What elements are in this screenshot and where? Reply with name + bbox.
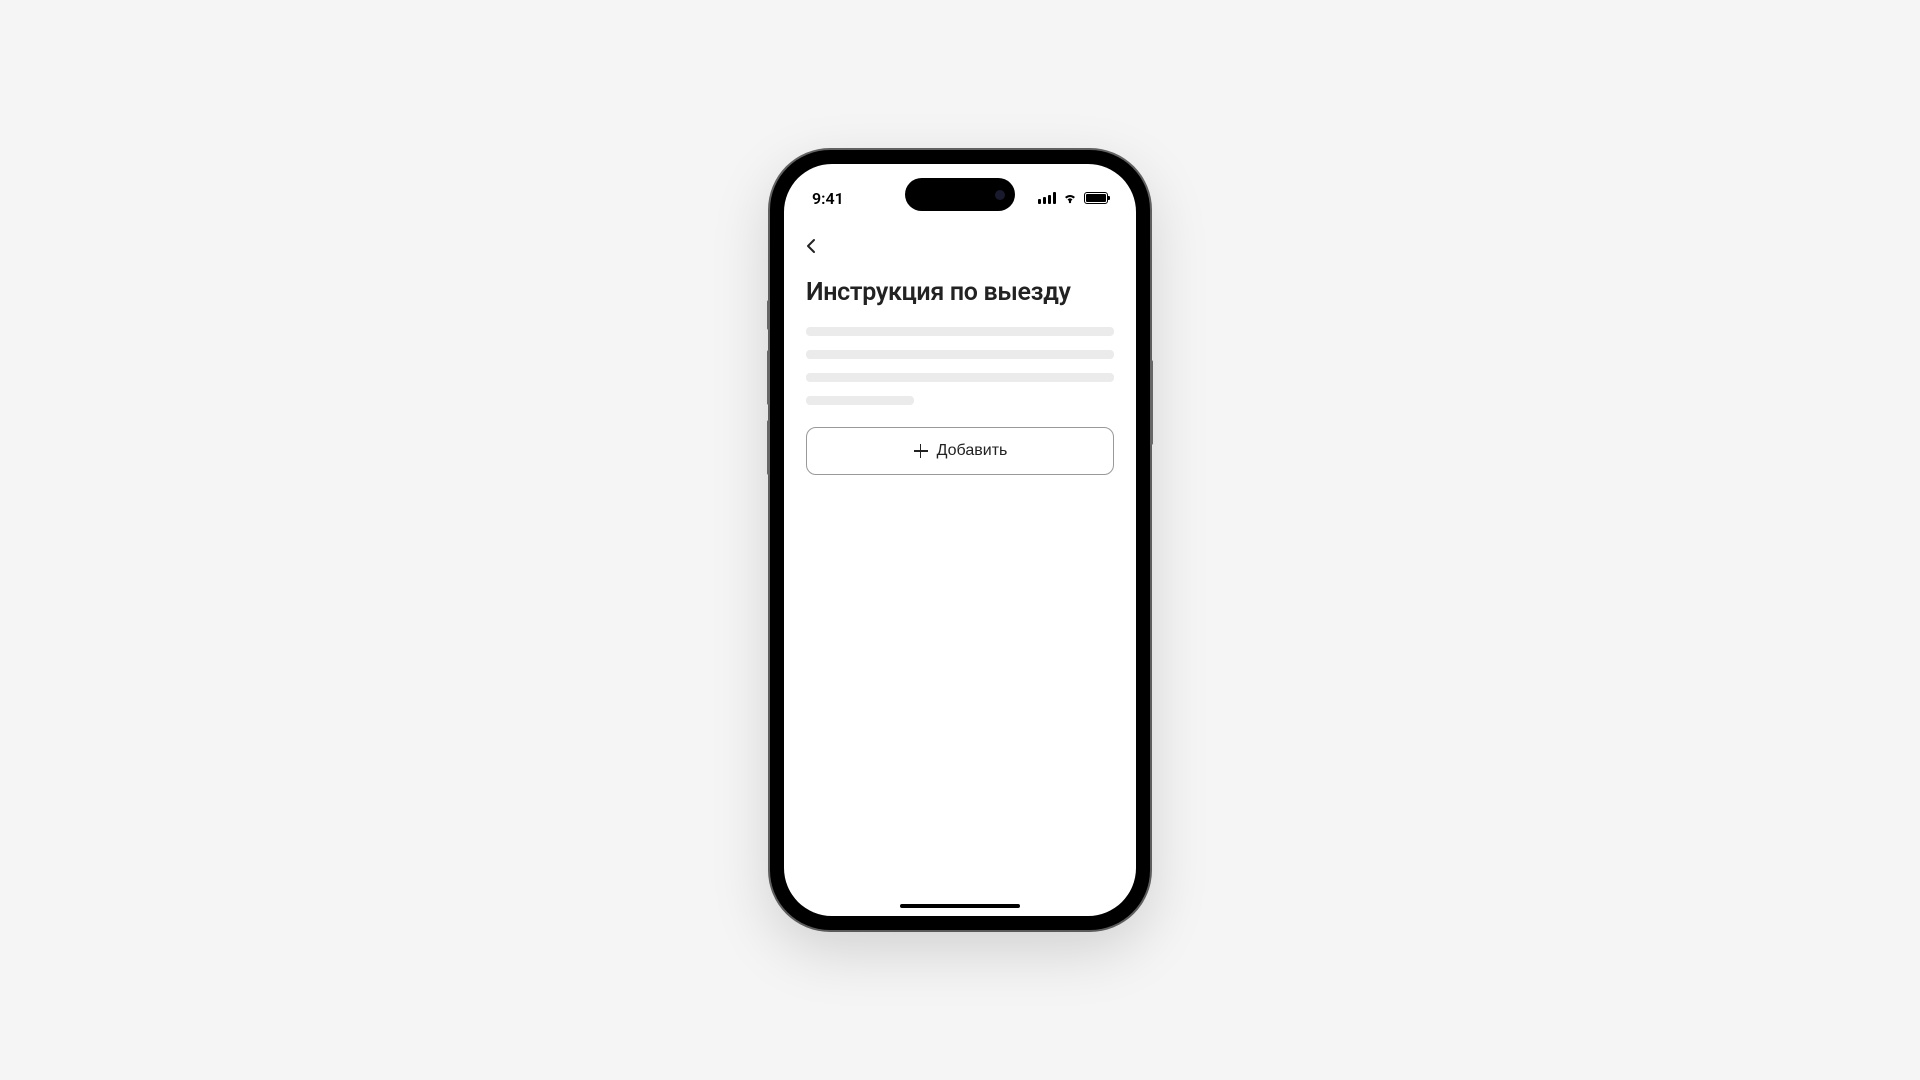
status-icons xyxy=(1038,192,1108,204)
phone-silent-switch xyxy=(767,300,770,330)
placeholder-line xyxy=(806,396,914,405)
phone-volume-down xyxy=(767,420,770,475)
placeholder-line xyxy=(806,373,1114,382)
status-time: 9:41 xyxy=(812,189,844,208)
wifi-icon xyxy=(1062,192,1078,204)
placeholder-content xyxy=(806,327,1114,405)
dynamic-island xyxy=(905,178,1015,211)
phone-power-button xyxy=(1150,360,1153,445)
phone-volume-up xyxy=(767,350,770,405)
plus-icon xyxy=(913,443,929,459)
back-button[interactable] xyxy=(806,234,830,258)
page-title: Инструкция по выезду xyxy=(806,278,1114,307)
home-indicator[interactable] xyxy=(900,904,1020,908)
cellular-signal-icon xyxy=(1038,192,1056,204)
placeholder-line xyxy=(806,327,1114,336)
chevron-left-icon xyxy=(806,238,816,254)
phone-screen: 9:41 xyxy=(784,164,1136,916)
battery-icon xyxy=(1084,192,1108,204)
phone-frame: 9:41 xyxy=(770,150,1150,930)
content-area: Инструкция по выезду Добавить xyxy=(784,214,1136,485)
add-button[interactable]: Добавить xyxy=(806,427,1114,475)
camera-dot xyxy=(995,190,1005,200)
add-button-label: Добавить xyxy=(937,442,1008,460)
nav-bar xyxy=(806,224,1114,278)
placeholder-line xyxy=(806,350,1114,359)
